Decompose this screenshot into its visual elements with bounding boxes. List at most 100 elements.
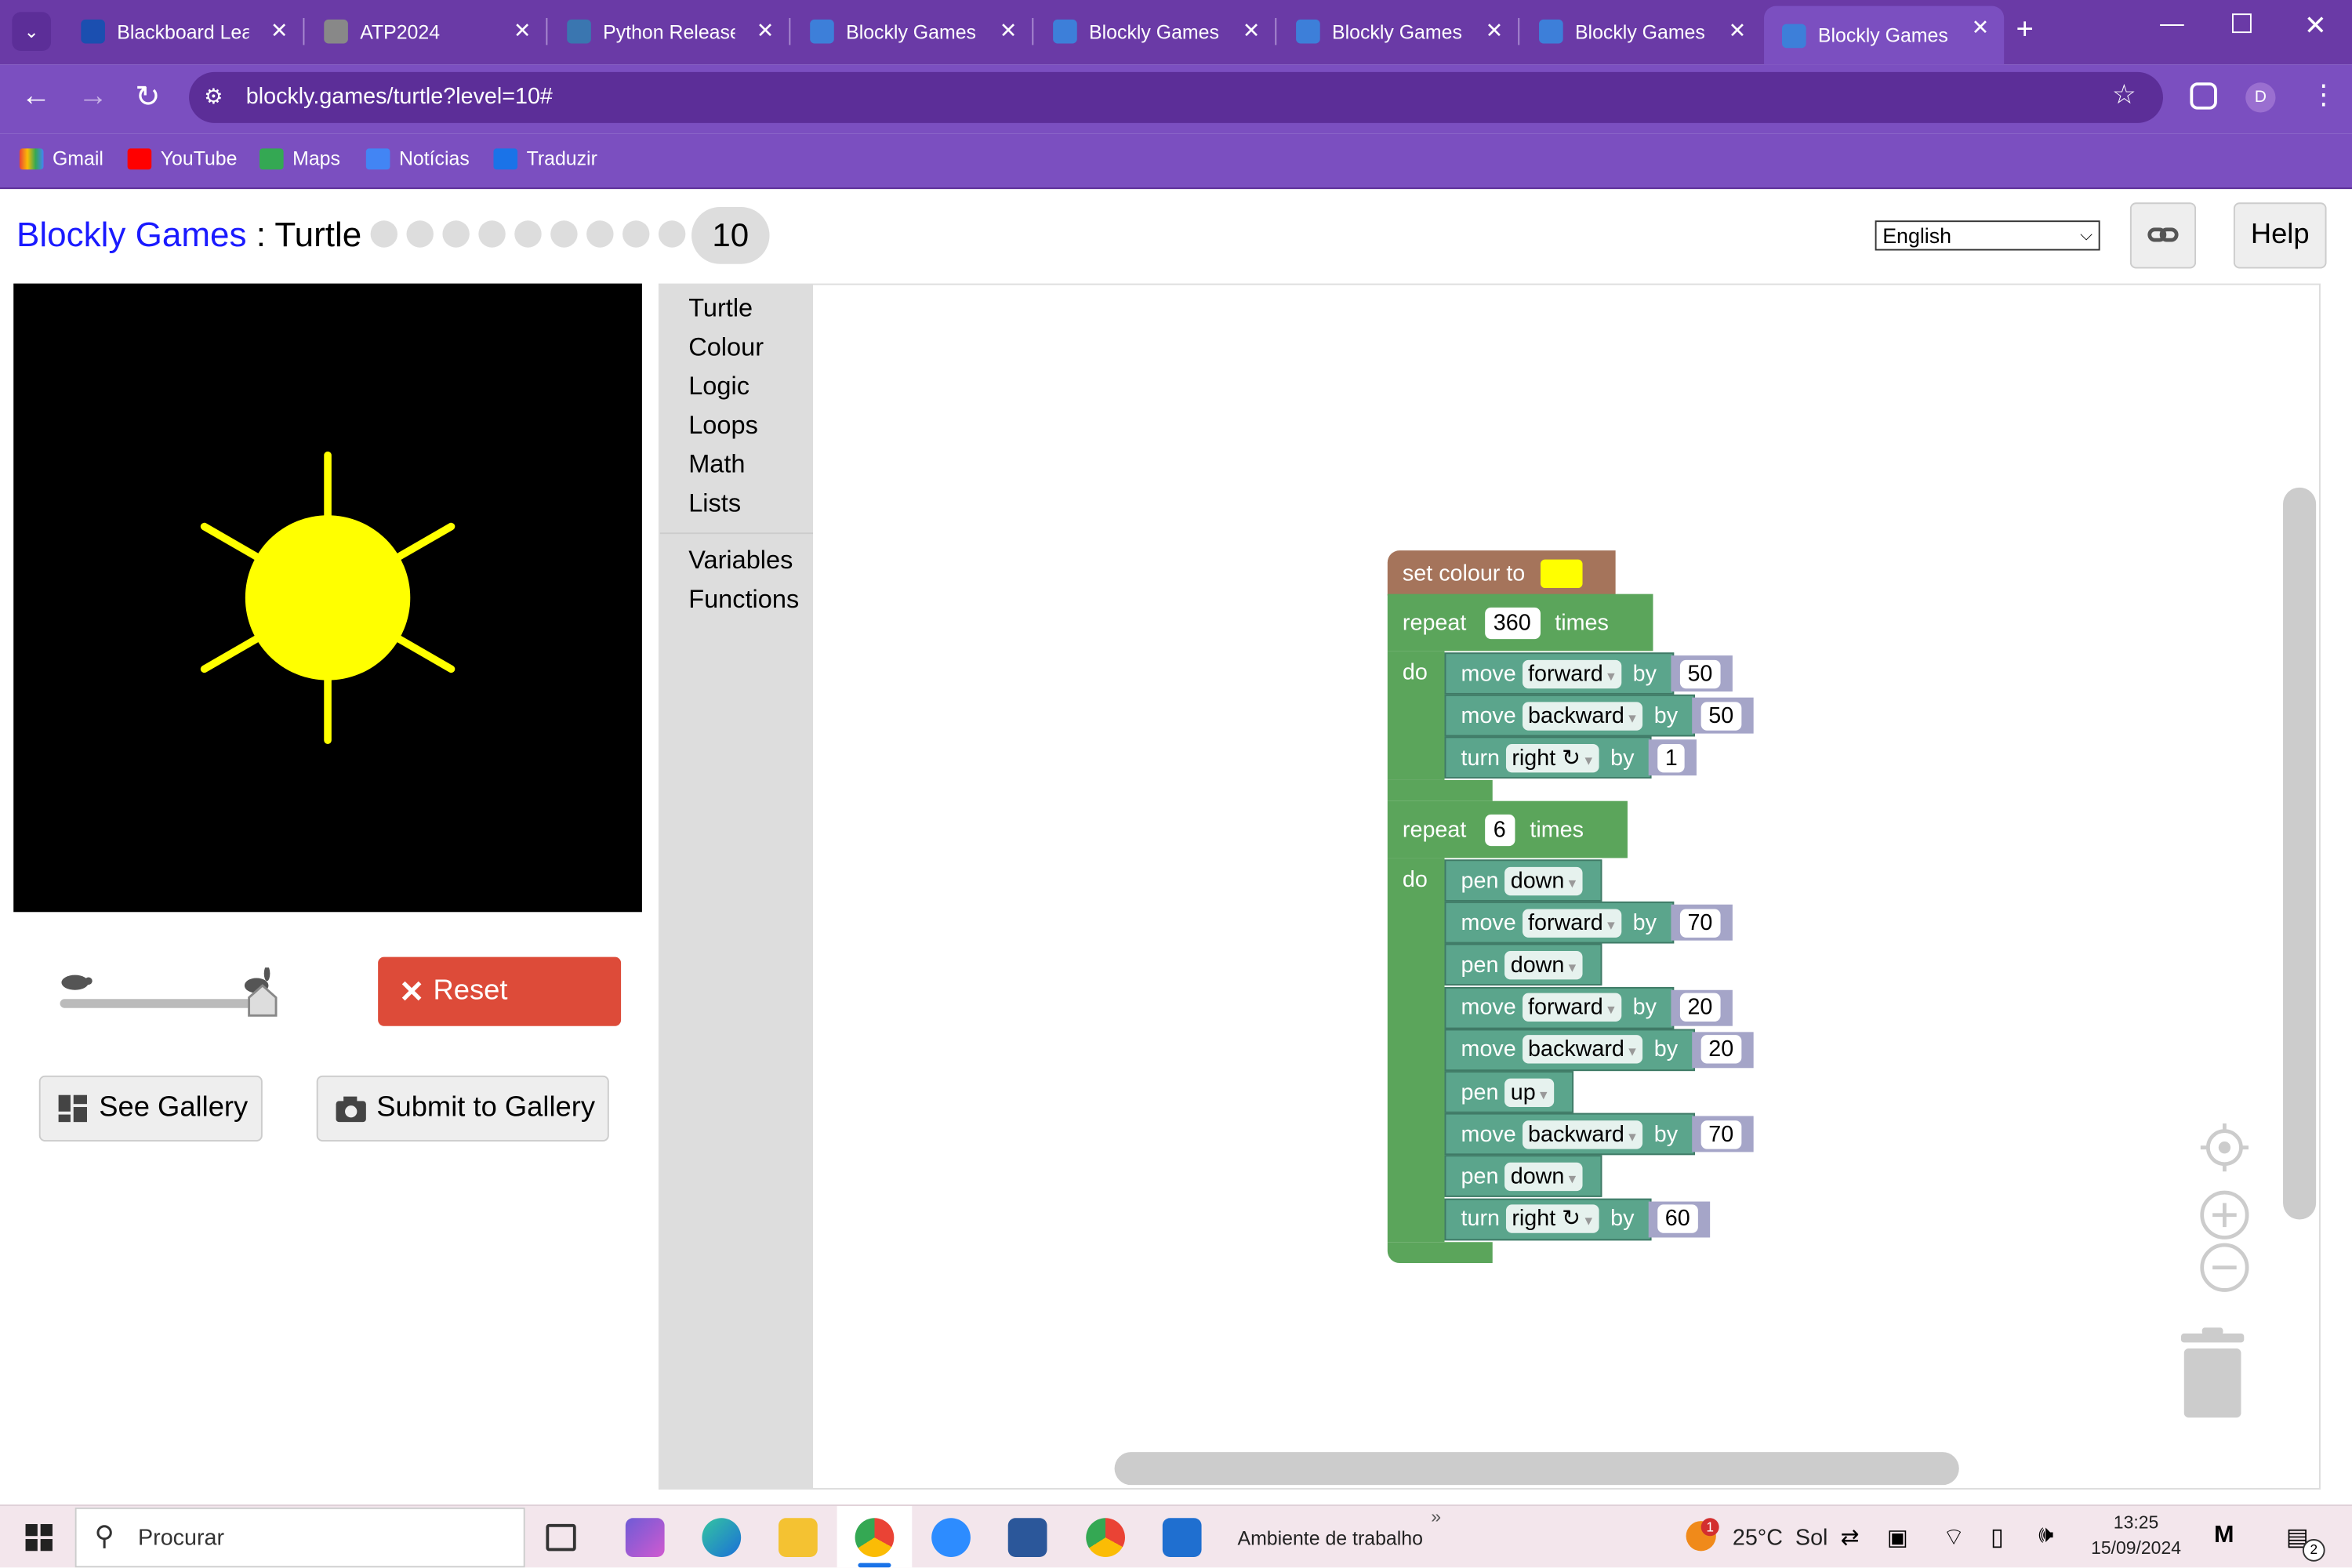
toolbox-category-logic[interactable]: Logic [688, 372, 750, 401]
tab-close-icon[interactable]: ✕ [270, 18, 288, 44]
link-button[interactable] [2129, 202, 2197, 269]
set-colour-block[interactable]: set colour to [1387, 550, 1616, 596]
speed-slider-handle[interactable] [248, 984, 278, 1017]
language-select[interactable]: English ⌵ [1875, 220, 2100, 251]
bookmark-youtube[interactable]: YouTube [127, 147, 237, 169]
current-level-badge[interactable]: 10 [691, 207, 770, 264]
move-block[interactable]: movebackwardby [1444, 695, 1696, 737]
direction-dropdown[interactable]: right ↻ [1505, 1204, 1599, 1233]
direction-dropdown[interactable]: backward [1522, 1035, 1642, 1065]
display-icon[interactable]: ▣ [1887, 1524, 1908, 1552]
tab-close-icon[interactable]: ✕ [1729, 18, 1746, 44]
browser-tab[interactable]: Blockly Games : ✕ [1521, 9, 1761, 53]
close-window-button[interactable]: ✕ [2304, 10, 2327, 42]
level-dot[interactable] [550, 220, 578, 248]
number-input[interactable]: 20 [1692, 1031, 1754, 1068]
bookmark-traduzir[interactable]: Traduzir [493, 147, 597, 169]
address-bar[interactable]: ⚙ blockly.games/turtle?level=10# ☆ [189, 71, 2163, 123]
bookmark-gmail[interactable]: Gmail [19, 147, 103, 169]
level-dot[interactable] [514, 220, 542, 248]
site-info-icon[interactable]: ⚙ [204, 84, 223, 110]
browser-tab[interactable]: Blockly Games : ✕ [1035, 9, 1277, 53]
level-dot[interactable] [586, 220, 614, 248]
restore-button[interactable] [2231, 13, 2252, 34]
overflow-chevron-icon[interactable]: » [1431, 1506, 1441, 1527]
new-tab-button[interactable]: + [2016, 13, 2033, 48]
edge-icon[interactable] [702, 1518, 742, 1558]
browser-tab[interactable]: Blackboard Lear ✕ [63, 9, 305, 53]
windows-start-icon[interactable] [25, 1523, 53, 1559]
clock[interactable]: 13:25 15/09/2024 [2089, 1512, 2183, 1559]
toolbox-category-functions[interactable]: Functions [688, 585, 799, 615]
number-input[interactable]: 60 [1648, 1200, 1711, 1237]
repeat-block-header[interactable]: repeat 360 times [1387, 593, 1653, 652]
number-input[interactable]: 70 [1692, 1116, 1754, 1152]
direction-dropdown[interactable]: down [1504, 950, 1582, 980]
number-input[interactable]: 1 [1648, 740, 1697, 776]
chrome-profile-icon[interactable] [1086, 1518, 1125, 1558]
move-block[interactable]: movebackwardby [1444, 1029, 1696, 1071]
toolbox-category-variables[interactable]: Variables [688, 546, 793, 575]
level-dot[interactable] [442, 220, 470, 248]
turn-block[interactable]: turnright ↻by [1444, 1197, 1652, 1240]
profile-avatar[interactable]: D [2245, 82, 2276, 113]
level-dot[interactable] [622, 220, 650, 248]
reload-button[interactable]: ↻ [135, 78, 160, 115]
horizontal-scrollbar[interactable] [1114, 1452, 1959, 1486]
turn-block[interactable]: turnright ↻by [1444, 737, 1652, 779]
level-dot[interactable] [406, 220, 434, 248]
repeat-block-header[interactable]: repeat 6 times [1387, 800, 1628, 858]
pen-block[interactable]: pen up [1444, 1071, 1574, 1113]
zoom-in-icon[interactable] [2199, 1189, 2250, 1248]
number-input[interactable]: 50 [1692, 698, 1754, 734]
menu-kebab-icon[interactable]: ⋮ [2310, 79, 2336, 111]
toolbox-category-lists[interactable]: Lists [688, 489, 741, 519]
submit-to-gallery-button[interactable]: Submit to Gallery [316, 1075, 609, 1142]
tab-close-icon[interactable]: ✕ [514, 18, 531, 44]
number-input[interactable]: 20 [1671, 989, 1733, 1025]
bookmark-noticias[interactable]: Notícias [365, 147, 470, 169]
tab-close-icon[interactable]: ✕ [1243, 18, 1260, 44]
tab-close-icon[interactable]: ✕ [1972, 15, 1989, 41]
pen-block[interactable]: pen down [1444, 944, 1602, 986]
reset-button[interactable]: ✕ Reset [378, 956, 622, 1026]
tab-search-button[interactable]: ⌄ [12, 12, 52, 52]
browser-tab[interactable]: ATP2024 ✕ [306, 9, 548, 53]
direction-dropdown[interactable]: forward [1522, 908, 1621, 938]
tab-close-icon[interactable]: ✕ [1000, 18, 1017, 44]
browser-tab[interactable]: Python Release ✕ [549, 9, 791, 53]
taskbar-search-box[interactable]: ⚲ Procurar [74, 1507, 525, 1568]
file-explorer-icon[interactable] [779, 1518, 818, 1558]
wifi-icon[interactable]: ⌔ [1943, 1523, 1965, 1552]
direction-dropdown[interactable]: forward [1522, 993, 1621, 1022]
back-button[interactable]: ← [21, 79, 51, 114]
copilot-badge-icon[interactable]: M [2214, 1523, 2234, 1549]
brand-link[interactable]: Blockly Games [16, 215, 246, 254]
pen-block[interactable]: pen down [1444, 859, 1602, 902]
toolbox-category-colour[interactable]: Colour [688, 333, 764, 363]
direction-dropdown[interactable]: down [1504, 1162, 1582, 1191]
repeat-count-field[interactable]: 360 [1484, 606, 1541, 639]
bookmark-star-icon[interactable]: ☆ [2112, 79, 2136, 111]
browser-tab[interactable]: Blockly Games : ✕ [1764, 5, 2005, 65]
battery-icon[interactable]: ▯ [1991, 1523, 2004, 1552]
word-icon[interactable] [1007, 1518, 1047, 1558]
move-block[interactable]: moveforwardby [1444, 986, 1675, 1029]
desktop-label[interactable]: Ambiente de trabalho [1237, 1527, 1422, 1550]
level-dot[interactable] [370, 220, 398, 248]
minimize-button[interactable]: — [2160, 12, 2184, 38]
move-block[interactable]: moveforwardby [1444, 902, 1675, 944]
task-view-icon[interactable] [546, 1523, 576, 1552]
chrome-active-tile[interactable] [837, 1505, 913, 1568]
number-input[interactable]: 70 [1671, 905, 1733, 941]
colour-swatch[interactable] [1540, 558, 1582, 588]
volume-icon[interactable]: 🕪 [2038, 1523, 2053, 1549]
browser-tab[interactable]: Blockly Games : ✕ [792, 9, 1034, 53]
mail-icon[interactable] [1162, 1518, 1202, 1558]
level-dot[interactable] [478, 220, 506, 248]
bookmark-maps[interactable]: Maps [260, 147, 340, 169]
move-block[interactable]: movebackwardby [1444, 1113, 1696, 1156]
direction-dropdown[interactable]: down [1504, 866, 1582, 895]
zoom-out-icon[interactable] [2199, 1242, 2250, 1301]
direction-dropdown[interactable]: backward [1522, 1120, 1642, 1149]
